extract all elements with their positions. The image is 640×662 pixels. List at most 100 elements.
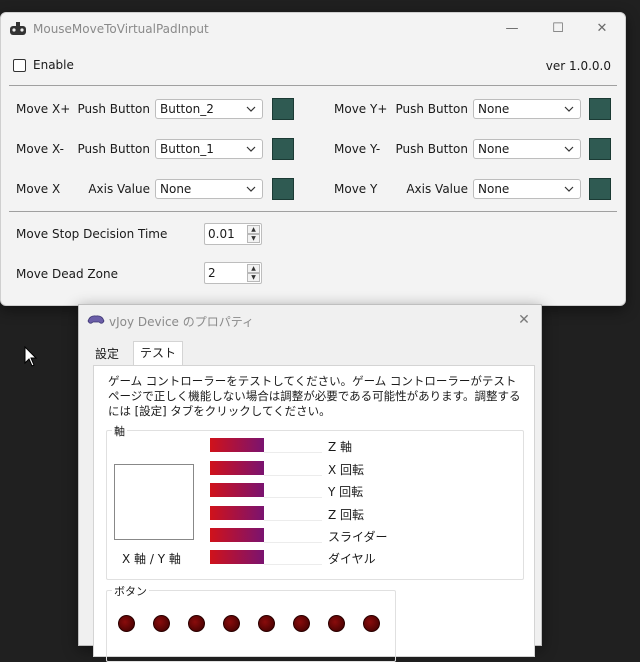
title-bar[interactable]: MouseMoveToVirtualPadInput — ☐ ✕ — [1, 13, 625, 45]
move-x-indicator — [272, 178, 294, 200]
enable-label: Enable — [33, 58, 74, 72]
version-label: ver 1.0.0.0 — [545, 59, 611, 73]
chevron-down-icon — [246, 106, 256, 112]
maximize-button[interactable]: ☐ — [535, 13, 581, 45]
tab-test[interactable]: テスト — [133, 341, 184, 367]
move-x-label: Move X — [16, 182, 61, 196]
divider — [9, 211, 617, 212]
spin-up-icon[interactable]: ▲ — [247, 264, 260, 273]
button-indicator — [118, 615, 135, 632]
dial-label: ダイヤル — [328, 552, 376, 566]
z-axis-label: Z 軸 — [328, 440, 353, 454]
enable-checkbox[interactable] — [13, 59, 26, 72]
move-x-type: Axis Value — [88, 182, 150, 196]
bar-track — [264, 506, 322, 521]
chevron-down-icon — [246, 146, 256, 152]
minimize-button[interactable]: — — [489, 13, 535, 45]
button-indicator — [188, 615, 205, 632]
button-indicator — [258, 615, 275, 632]
x-rotation-bar — [210, 461, 264, 475]
move-y-indicator — [589, 178, 611, 200]
move-x-plus-type: Push Button — [77, 102, 151, 116]
dead-zone-value: 2 — [208, 266, 216, 280]
y-rotation-bar — [210, 483, 264, 497]
bar-track — [264, 483, 322, 498]
axes-group-title: 軸 — [112, 423, 127, 439]
button-indicator — [328, 615, 345, 632]
window-title: MouseMoveToVirtualPadInput — [33, 22, 209, 36]
app-icon — [10, 22, 26, 35]
slider-bar — [210, 528, 264, 542]
move-y-plus-value: None — [478, 102, 510, 116]
bar-track — [264, 438, 322, 453]
spin-up-icon[interactable]: ▲ — [247, 225, 260, 234]
move-x-value: None — [160, 182, 192, 196]
spin-down-icon[interactable]: ▼ — [247, 234, 260, 243]
z-rotation-label: Z 回転 — [328, 508, 365, 522]
buttons-group-title: ボタン — [112, 583, 149, 599]
move-y-type: Axis Value — [406, 182, 468, 196]
move-x-plus-indicator — [272, 98, 294, 120]
close-button[interactable]: ✕ — [579, 13, 625, 45]
tab-settings[interactable]: 設定 — [89, 343, 125, 365]
dead-zone-spinner[interactable]: ▲ ▼ — [247, 264, 260, 282]
move-x-plus-value: Button_2 — [160, 102, 214, 116]
move-x-minus-indicator — [272, 138, 294, 160]
move-y-minus-label: Move Y- — [334, 142, 381, 156]
chevron-down-icon — [564, 186, 574, 192]
move-y-minus-type: Push Button — [395, 142, 469, 156]
move-y-label: Move Y — [334, 182, 378, 196]
button-indicator — [153, 615, 170, 632]
vjoy-properties-window: vJoy Device のプロパティ ✕ 設定 テスト ゲーム コントローラーを… — [78, 304, 542, 662]
move-y-plus-type: Push Button — [395, 102, 469, 116]
bar-track — [264, 550, 322, 565]
button-indicator — [223, 615, 240, 632]
test-description: ゲーム コントローラーをテストしてください。ゲーム コントローラーがテスト ペー… — [108, 374, 521, 418]
move-y-select[interactable]: None — [473, 179, 581, 199]
slider-label: スライダー — [328, 530, 388, 544]
y-rotation-label: Y 回転 — [328, 485, 364, 499]
buttons-group — [106, 590, 396, 662]
move-x-minus-value: Button_1 — [160, 142, 214, 156]
stop-time-label: Move Stop Decision Time — [16, 227, 168, 241]
button-indicator — [293, 615, 310, 632]
move-x-minus-type: Push Button — [77, 142, 151, 156]
move-x-plus-label: Move X+ — [16, 102, 71, 116]
button-indicator — [363, 615, 380, 632]
move-x-minus-select[interactable]: Button_1 — [155, 139, 263, 159]
mouse-move-window: MouseMoveToVirtualPadInput — ☐ ✕ Enable … — [0, 12, 626, 306]
spin-down-icon[interactable]: ▼ — [247, 273, 260, 282]
bar-track — [264, 461, 322, 476]
test-panel: ゲーム コントローラーをテストしてください。ゲーム コントローラーがテスト ペー… — [93, 365, 535, 662]
move-y-minus-indicator — [589, 138, 611, 160]
move-x-minus-label: Move X- — [16, 142, 64, 156]
stop-time-spinner[interactable]: ▲ ▼ — [247, 225, 260, 243]
bar-track — [264, 528, 322, 543]
move-x-select[interactable]: None — [155, 179, 263, 199]
dial-bar — [210, 550, 264, 564]
dead-zone-label: Move Dead Zone — [16, 267, 118, 281]
stop-time-input[interactable]: 0.01 ▲ ▼ — [204, 223, 262, 245]
move-y-minus-value: None — [478, 142, 510, 156]
move-x-plus-select[interactable]: Button_2 — [155, 99, 263, 119]
z-rotation-bar — [210, 506, 264, 520]
x-rotation-label: X 回転 — [328, 463, 365, 477]
xy-axis-display — [114, 464, 194, 540]
move-y-plus-label: Move Y+ — [334, 102, 388, 116]
chevron-down-icon — [564, 106, 574, 112]
xy-axis-label: X 軸 / Y 軸 — [122, 552, 181, 566]
move-y-plus-indicator — [589, 98, 611, 120]
mouse-cursor-icon — [24, 346, 38, 367]
divider — [9, 85, 617, 86]
window-title: vJoy Device のプロパティ — [109, 315, 255, 329]
close-icon[interactable]: ✕ — [513, 309, 535, 331]
move-y-minus-select[interactable]: None — [473, 139, 581, 159]
gamepad-icon — [87, 315, 105, 324]
chevron-down-icon — [246, 186, 256, 192]
z-axis-bar — [210, 438, 264, 452]
stop-time-value: 0.01 — [208, 227, 235, 241]
dead-zone-input[interactable]: 2 ▲ ▼ — [204, 262, 262, 284]
move-y-plus-select[interactable]: None — [473, 99, 581, 119]
chevron-down-icon — [564, 146, 574, 152]
move-y-value: None — [478, 182, 510, 196]
